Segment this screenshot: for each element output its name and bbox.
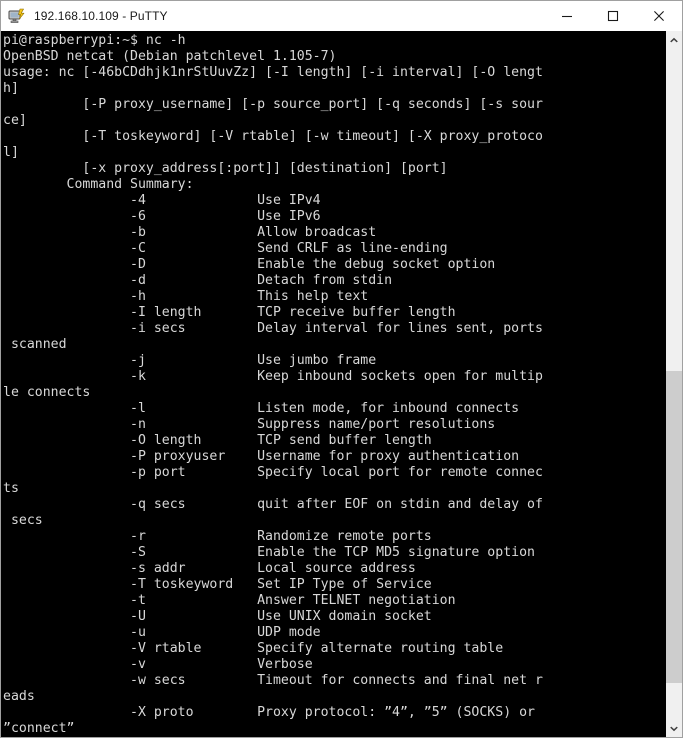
putty-icon [8,7,26,25]
terminal-line: -s addr Local source address [3,561,416,576]
terminal-line: -P proxyuser Username for proxy authenti… [3,449,520,464]
terminal-line: -X proto Proxy protocol: ”4”, ”5” (SOCKS… [3,705,535,720]
terminal-line: eads [3,689,35,704]
terminal-output[interactable]: pi@raspberrypi:~$ nc -h OpenBSD netcat (D… [1,31,665,737]
terminal-line: -U Use UNIX domain socket [3,609,432,624]
terminal-line: -V rtable Specify alternate routing tabl… [3,641,504,656]
terminal-line: pi@raspberrypi:~$ nc -h [3,33,186,48]
terminal-line: -v Verbose [3,657,313,672]
terminal-line: ce] [3,113,27,128]
terminal-line: -I length TCP receive buffer length [3,305,456,320]
terminal-line: -h This help text [3,289,369,304]
terminal-line: -p port Specify local port for remote co… [3,465,543,480]
scrollbar-up-button[interactable] [666,31,682,48]
minimize-button[interactable] [544,1,590,30]
terminal-line: -k Keep inbound sockets open for multip [3,369,543,384]
terminal-line: -l Listen mode, for inbound connects [3,401,520,416]
terminal-line: -D Enable the debug socket option [3,257,496,272]
terminal-line: -d Detach from stdin [3,273,393,288]
terminal-line: OpenBSD netcat (Debian patchlevel 1.105-… [3,49,337,64]
terminal-line: [-x proxy_address[:port]] [destination] … [3,161,448,176]
terminal-line: -w secs Timeout for connects and final n… [3,673,543,688]
terminal-line: -b Allow broadcast [3,225,377,240]
terminal-line: -6 Use IPv6 [3,209,321,224]
terminal-line: -q secs quit after EOF on stdin and dela… [3,497,543,512]
terminal-line: -T toskeyword Set IP Type of Service [3,577,432,592]
terminal-line: -C Send CRLF as line-ending [3,241,448,256]
scrollbar-down-button[interactable] [666,720,682,737]
terminal-line: Command Summary: [3,177,194,192]
putty-window: 192.168.10.109 - PuTTY pi@raspberrypi:~$… [0,0,683,738]
window-controls [544,1,682,30]
terminal-line: [-T toskeyword] [-V rtable] [-w timeout]… [3,129,543,144]
maximize-button[interactable] [590,1,636,30]
terminal-line: -i secs Delay interval for lines sent, p… [3,321,543,336]
scrollbar-thumb[interactable] [666,371,682,683]
terminal-line: -n Suppress name/port resolutions [3,417,496,432]
terminal-line: [-P proxy_username] [-p source_port] [-q… [3,97,543,112]
terminal-line: scanned [3,337,67,352]
window-title: 192.168.10.109 - PuTTY [34,8,168,23]
terminal-line: -S Enable the TCP MD5 signature option [3,545,535,560]
terminal-line: -j Use jumbo frame [3,353,377,368]
terminal-line: secs [3,513,43,528]
terminal-line: -t Answer TELNET negotiation [3,593,456,608]
terminal-line: ”connect” [3,721,75,736]
terminal-line: -u UDP mode [3,625,321,640]
terminal-line: -4 Use IPv4 [3,193,321,208]
terminal-line: -r Randomize remote ports [3,529,432,544]
terminal-line: usage: nc [-46bCDdhjk1nrStUuvZz] [-I len… [3,65,543,80]
terminal-line: le connects [3,385,91,400]
terminal-line: h] [3,81,19,96]
terminal-line: -O length TCP send buffer length [3,433,432,448]
close-button[interactable] [636,1,682,30]
terminal-line: l] [3,145,19,160]
terminal-scrollbar[interactable] [665,31,682,737]
terminal-line: ts [3,481,19,496]
terminal-area: pi@raspberrypi:~$ nc -h OpenBSD netcat (D… [1,31,682,737]
title-bar[interactable]: 192.168.10.109 - PuTTY [1,1,682,31]
